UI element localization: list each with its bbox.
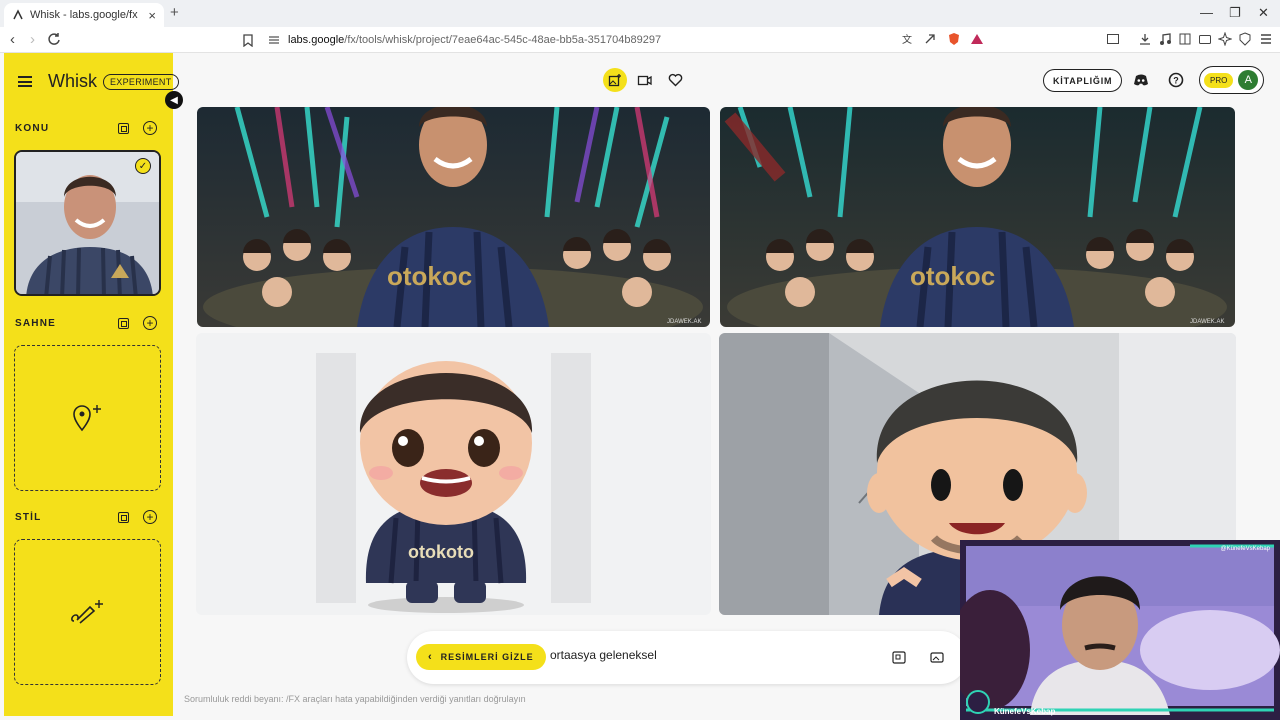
back-icon[interactable]: ‹ — [10, 31, 15, 48]
avatar[interactable]: A — [1238, 70, 1259, 90]
webcam-name: KünefeVsKebap — [994, 707, 1056, 716]
hide-images-label: RESİMLERİ GİZLE — [440, 652, 534, 662]
browser-tab[interactable]: Whisk - labs.google/fx × — [4, 3, 164, 27]
image-mode-button[interactable] — [603, 68, 627, 92]
favorites-button[interactable] — [663, 68, 687, 92]
generated-image-3[interactable]: otokoto — [196, 333, 711, 615]
brave-rewards-icon[interactable] — [970, 32, 984, 46]
selected-check-icon: ✓ — [135, 158, 151, 174]
prompt-bar: ‹ RESİMLERİ GİZLE — [407, 631, 967, 684]
upload-image-icon[interactable] — [892, 651, 906, 664]
media-icon[interactable] — [1158, 32, 1172, 46]
fantasy-swords-crowd-image: otokoc JDAWEK.AK — [197, 107, 710, 327]
svg-text:otokoto: otokoto — [408, 542, 474, 562]
pro-badge: PRO — [1204, 72, 1234, 88]
wallet-icon[interactable] — [1198, 32, 1212, 46]
section-label-style: STİL — [15, 512, 42, 523]
scene-drop-zone[interactable] — [14, 345, 161, 491]
brave-shield-icon[interactable] — [947, 32, 961, 46]
close-window-icon[interactable]: ✕ — [1258, 5, 1269, 21]
watermark: JDAWEK.AK — [667, 319, 701, 325]
experiment-badge: EXPERIMENT — [103, 73, 179, 90]
close-tab-icon[interactable]: × — [148, 8, 156, 23]
chibi-character-image: otokoto — [196, 333, 711, 615]
new-tab-button[interactable]: + — [170, 4, 179, 21]
add-subject-icon[interactable]: + — [143, 121, 157, 135]
svg-text:otokoc: otokoc — [387, 261, 472, 291]
browser-toolbar: ‹ › labs.google/fx/tools/whisk/project/7… — [0, 27, 1280, 53]
browser-menu-icon[interactable] — [1259, 32, 1273, 46]
forward-icon[interactable]: › — [30, 31, 35, 48]
url-host: labs.google — [288, 34, 345, 46]
aspect-ratio-icon[interactable] — [930, 651, 944, 664]
reload-icon[interactable] — [47, 32, 61, 46]
streamer-webcam-feed — [960, 540, 1280, 720]
add-style-icon[interactable]: + — [143, 510, 157, 524]
style-drop-zone[interactable] — [14, 539, 161, 685]
watermark: JDAWEK.AK — [1190, 319, 1224, 325]
browser-tabstrip: Whisk - labs.google/fx × + — ❐ ✕ — [0, 0, 1280, 27]
subject-image-card[interactable]: ✓ — [14, 150, 161, 296]
section-label-scene: SAHNE — [15, 318, 57, 329]
sidebar-header: Whisk EXPERIMENT — [18, 71, 179, 92]
webcam-overlay: KünefeVsKebap @KünefeVsKebap — [960, 540, 1280, 720]
svg-text:otokoc: otokoc — [910, 261, 995, 291]
reader-icon[interactable] — [1178, 32, 1192, 46]
download-icon[interactable] — [1138, 32, 1152, 46]
sidebar-panel-icon[interactable] — [1106, 32, 1120, 46]
generated-image-2[interactable]: otokoc JDAWEK.AK — [720, 107, 1235, 327]
minimize-icon[interactable]: — — [1200, 5, 1213, 20]
fantasy-swords-crowd-image: otokoc JDAWEK.AK — [720, 107, 1235, 327]
video-mode-button[interactable] — [633, 68, 657, 92]
video-add-icon — [637, 75, 652, 86]
translate-icon[interactable]: 文 — [901, 32, 915, 46]
generated-image-1[interactable]: otokoc JDAWEK.AK — [197, 107, 710, 327]
webcam-handle: @KünefeVsKebap — [1220, 546, 1270, 552]
svg-text:文: 文 — [902, 33, 912, 46]
upload-image-icon[interactable] — [118, 122, 129, 134]
share-icon[interactable] — [923, 32, 937, 46]
tab-title: Whisk - labs.google/fx — [30, 9, 138, 21]
prompt-input[interactable] — [550, 648, 850, 662]
library-button[interactable]: KİTAPLIĞIM — [1043, 69, 1123, 92]
chevron-left-icon: ‹ — [428, 651, 433, 663]
address-bar[interactable]: labs.google/fx/tools/whisk/project/7eae6… — [242, 29, 994, 51]
style-actions: + — [118, 510, 157, 524]
scene-actions: + — [118, 316, 157, 330]
sidebar: Whisk EXPERIMENT KONU + ✓ SAHNE + STİL + — [4, 53, 179, 716]
restore-icon[interactable]: ❐ — [1229, 5, 1241, 21]
leo-ai-icon[interactable] — [1218, 32, 1232, 46]
image-add-icon — [608, 74, 621, 87]
whisk-favicon-icon — [13, 9, 23, 20]
site-settings-icon[interactable] — [268, 34, 280, 46]
brand-title: Whisk — [48, 71, 97, 91]
discord-icon[interactable] — [1133, 72, 1149, 88]
subject-actions: + — [118, 121, 157, 135]
heart-icon — [668, 73, 682, 87]
svg-text:?: ? — [1173, 76, 1179, 86]
vpn-shield-icon[interactable] — [1238, 32, 1252, 46]
brush-add-icon — [70, 600, 103, 624]
disclaimer-text: Sorumluluk reddi beyanı: /FX araçları ha… — [184, 694, 526, 704]
section-label-subject: KONU — [15, 123, 50, 134]
location-pin-add-icon — [72, 405, 101, 432]
upload-image-icon[interactable] — [118, 511, 129, 523]
menu-icon[interactable] — [18, 76, 32, 87]
bookmark-icon[interactable] — [242, 33, 254, 47]
upload-image-icon[interactable] — [118, 317, 129, 329]
help-icon[interactable]: ? — [1168, 72, 1184, 88]
hide-images-button[interactable]: ‹ RESİMLERİ GİZLE — [416, 644, 546, 670]
add-scene-icon[interactable]: + — [143, 316, 157, 330]
account-menu[interactable]: PRO A — [1199, 66, 1264, 94]
mode-toolbar — [603, 68, 687, 92]
url-path: /fx/tools/whisk/project/7eae64ac-545c-48… — [344, 34, 662, 46]
collapse-sidebar-button[interactable]: ◀ — [165, 91, 183, 109]
subject-photo — [16, 152, 159, 294]
